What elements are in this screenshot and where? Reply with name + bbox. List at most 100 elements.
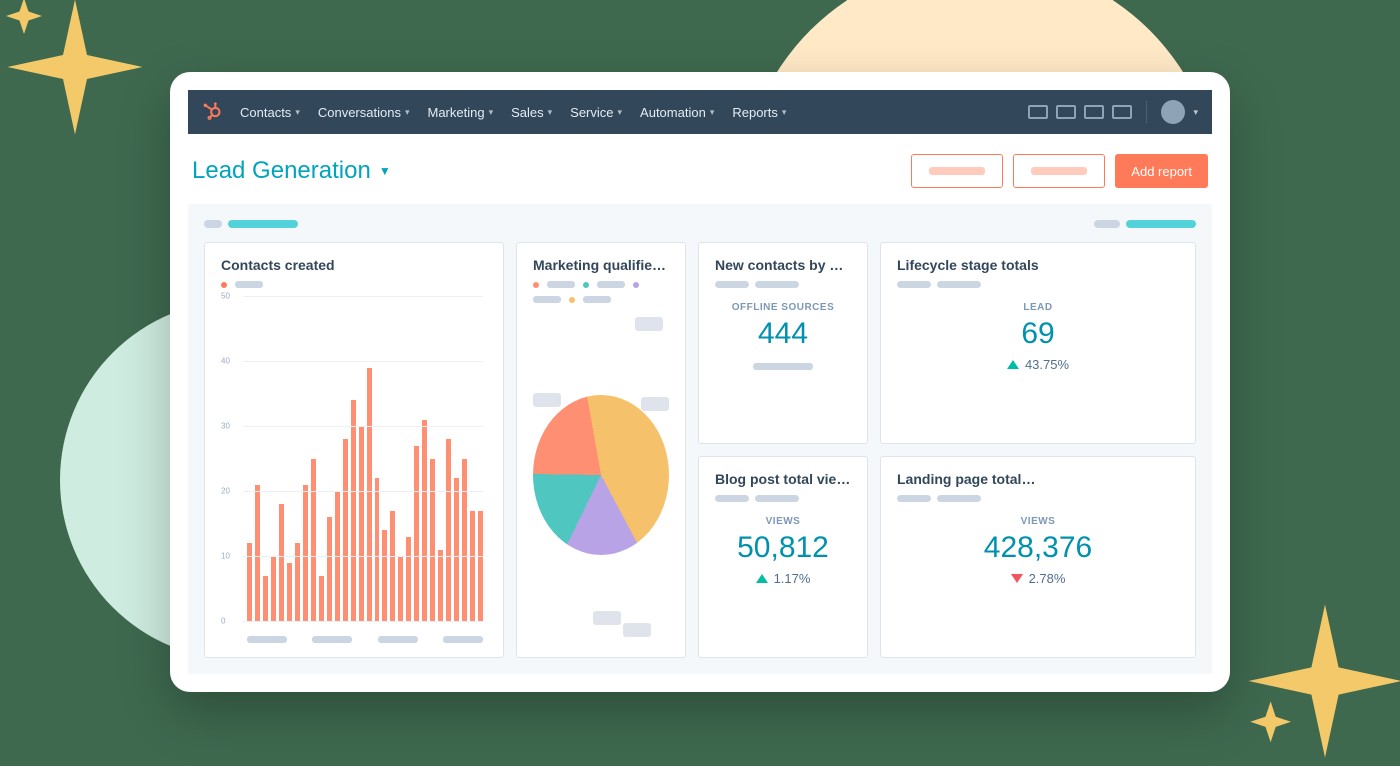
chevron-down-icon: ▾	[782, 107, 787, 118]
placeholder-icon	[228, 220, 298, 228]
legend-dot-icon	[533, 282, 539, 288]
card-new-contacts-by-source: New contacts by source OFFLINE SOURCES 4…	[698, 242, 868, 444]
card-blog-post-total-views: Blog post total views VIEWS 50,812 1.17%	[698, 456, 868, 658]
bar	[319, 576, 324, 622]
nav-conversations[interactable]: Conversations▾	[318, 105, 410, 120]
bar	[351, 400, 356, 621]
delta-value: 43.75%	[1025, 357, 1069, 372]
placeholder-icon	[715, 281, 749, 288]
divider	[1146, 101, 1147, 123]
triangle-up-icon	[756, 574, 768, 583]
page-title-dropdown[interactable]: Lead Generation ▼	[192, 157, 391, 185]
bar	[398, 556, 403, 621]
metric-delta: 1.17%	[715, 571, 851, 586]
chevron-down-icon: ▾	[618, 107, 623, 118]
nav-items: Contacts▾ Conversations▾ Marketing▾ Sale…	[240, 105, 786, 120]
bar	[454, 478, 459, 621]
legend-dot-icon	[583, 282, 589, 288]
placeholder-icon	[755, 281, 799, 288]
bar	[430, 459, 435, 622]
delta-value: 1.17%	[774, 571, 811, 586]
placeholder-icon	[897, 495, 931, 502]
placeholder-icon	[937, 281, 981, 288]
metric-label: LEAD	[897, 302, 1179, 313]
pie-chart	[533, 307, 669, 643]
bar	[311, 459, 316, 622]
nav-service[interactable]: Service▾	[570, 105, 622, 120]
nav-label: Contacts	[240, 105, 291, 120]
bar	[414, 446, 419, 622]
placeholder-icon	[937, 495, 981, 502]
metric-label: OFFLINE SOURCES	[715, 302, 851, 313]
triangle-up-icon	[1007, 360, 1019, 369]
nav-label: Automation	[640, 105, 706, 120]
placeholder-icon	[547, 281, 575, 288]
utility-icons: ▾	[1028, 100, 1198, 124]
bar	[343, 439, 348, 621]
header-action-button[interactable]	[1013, 154, 1105, 188]
card-title: Landing page total…	[897, 471, 1179, 487]
header-action-button[interactable]	[911, 154, 1003, 188]
chevron-down-icon: ▾	[548, 107, 553, 118]
page-title: Lead Generation	[192, 157, 371, 185]
bar	[446, 439, 451, 621]
placeholder-icon	[204, 220, 222, 228]
placeholder-icon	[597, 281, 625, 288]
placeholder-icon	[897, 281, 931, 288]
utility-icon[interactable]	[1084, 105, 1104, 119]
metric-value: 428,376	[897, 531, 1179, 565]
pie-label	[635, 317, 663, 331]
card-title: Contacts created	[221, 257, 487, 273]
avatar[interactable]	[1161, 100, 1185, 124]
utility-icon[interactable]	[1056, 105, 1076, 119]
nav-automation[interactable]: Automation▾	[640, 105, 714, 120]
bar	[247, 543, 252, 621]
metric-delta: 2.78%	[897, 571, 1179, 586]
card-title: New contacts by source	[715, 257, 851, 273]
placeholder-icon	[755, 495, 799, 502]
bar	[367, 368, 372, 622]
pie-label	[623, 623, 651, 637]
bar	[478, 511, 483, 622]
dashboard-toolbar	[204, 220, 1196, 228]
nav-label: Reports	[732, 105, 778, 120]
nav-sales[interactable]: Sales▾	[511, 105, 552, 120]
triangle-down-icon	[1011, 574, 1023, 583]
hubspot-logo-icon	[202, 102, 222, 122]
metric-label: VIEWS	[715, 516, 851, 527]
placeholder-icon	[1031, 167, 1087, 175]
bar	[470, 511, 475, 622]
nav-label: Conversations	[318, 105, 401, 120]
placeholder-icon	[378, 636, 418, 643]
card-lifecycle-stage-totals: Lifecycle stage totals LEAD 69 43.75%	[880, 242, 1196, 444]
placeholder-icon	[235, 281, 263, 288]
placeholder-icon	[583, 296, 611, 303]
card-contacts-created: Contacts created 01020304050	[204, 242, 504, 658]
bar	[462, 459, 467, 622]
legend-dot-icon	[221, 282, 227, 288]
placeholder-icon	[533, 296, 561, 303]
placeholder-icon	[1094, 220, 1120, 228]
nav-contacts[interactable]: Contacts▾	[240, 105, 300, 120]
card-title: Blog post total views	[715, 471, 851, 487]
chevron-down-icon: ▾	[489, 107, 494, 118]
bar	[390, 511, 395, 622]
utility-icon[interactable]	[1028, 105, 1048, 119]
delta-value: 2.78%	[1029, 571, 1066, 586]
bar	[255, 485, 260, 622]
sparkle-icon	[1240, 596, 1400, 766]
nav-marketing[interactable]: Marketing▾	[427, 105, 493, 120]
nav-reports[interactable]: Reports ▾	[732, 105, 786, 120]
placeholder-icon	[312, 636, 352, 643]
metric-label: VIEWS	[897, 516, 1179, 527]
bar	[375, 478, 380, 621]
pie-label	[593, 611, 621, 625]
utility-icon[interactable]	[1112, 105, 1132, 119]
bar-chart: 01020304050	[221, 296, 487, 643]
chart-legend	[533, 281, 669, 303]
pie-label	[641, 397, 669, 411]
bar	[303, 485, 308, 622]
placeholder-icon	[247, 636, 287, 643]
placeholder-icon	[715, 495, 749, 502]
add-report-button[interactable]: Add report	[1115, 154, 1208, 188]
